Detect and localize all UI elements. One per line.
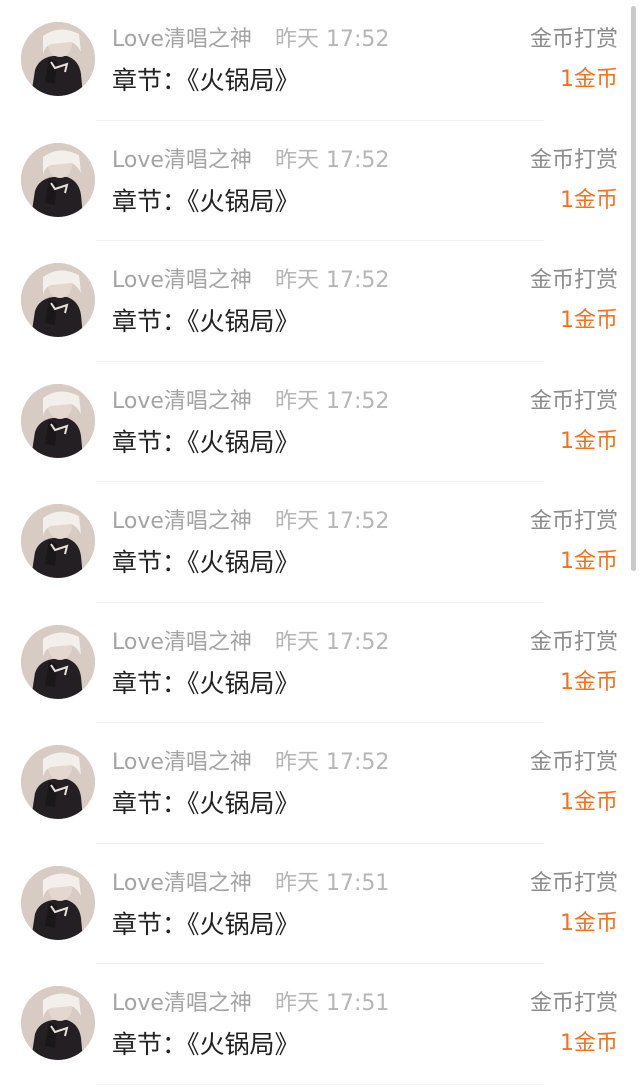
user-name[interactable]: Love清唱之神 [112,747,252,779]
gift-type-label: 金币打赏 [529,629,618,655]
gift-amount: 1金币 [560,669,618,695]
reward-row[interactable]: Love清唱之神 昨天 17:52 章节：《火锅局》 金币打赏 1金币 [0,0,640,121]
gift-type-label: 金币打赏 [529,991,618,1016]
gift-amount: 1金币 [560,187,618,213]
timestamp: 昨天 17:52 [275,388,390,414]
reward-row[interactable]: Love清唱之神 昨天 17:52 章节：《火锅局》 金币打赏 1金币 [0,603,640,723]
timestamp: 昨天 17:52 [275,27,390,52]
avatar[interactable] [21,624,95,699]
gift-type-label: 金币打赏 [529,509,618,534]
gift-amount: 1金币 [560,549,618,574]
timestamp: 昨天 17:52 [275,147,390,173]
gift-amount: 1金币 [560,308,618,333]
avatar[interactable] [21,745,95,819]
reward-row[interactable]: Love清唱之神 昨天 17:52 章节：《火锅局》 金币打赏 1金币 [0,482,640,603]
gift-type-label: 金币打赏 [529,147,618,173]
avatar[interactable] [21,22,95,96]
gift-amount: 1金币 [560,1031,618,1056]
gift-amount: 1金币 [560,790,618,815]
scrollbar[interactable] [631,6,636,571]
chapter-title: 章节：《火锅局》 [112,789,300,818]
avatar[interactable] [21,504,95,578]
reward-row[interactable]: Love清唱之神 昨天 17:52 章节：《火锅局》 金币打赏 1金币 [0,241,640,362]
timestamp: 昨天 17:52 [275,509,390,534]
reward-row[interactable]: Love清唱之神 昨天 17:52 章节：《火锅局》 金币打赏 1金币 [0,723,640,844]
chapter-title: 章节：《火锅局》 [112,909,300,939]
user-name[interactable]: Love清唱之神 [112,24,252,56]
timestamp: 昨天 17:51 [275,870,390,896]
timestamp: 昨天 17:52 [275,750,390,775]
avatar[interactable] [21,263,95,337]
gift-type-label: 金币打赏 [529,268,618,293]
user-name[interactable]: Love清唱之神 [112,627,252,659]
user-name[interactable]: Love清唱之神 [112,506,252,538]
user-name[interactable]: Love清唱之神 [112,386,252,418]
timestamp: 昨天 17:51 [275,991,390,1016]
avatar[interactable] [21,865,95,940]
gift-type-label: 金币打赏 [529,388,618,414]
avatar[interactable] [21,142,95,217]
user-name[interactable]: Love清唱之神 [112,988,252,1020]
gift-amount: 1金币 [560,67,618,92]
reward-row[interactable]: Love清唱之神 昨天 17:52 章节：《火锅局》 金币打赏 1金币 [0,362,640,482]
timestamp: 昨天 17:52 [275,268,390,293]
gift-type-label: 金币打赏 [529,870,618,896]
gift-type-label: 金币打赏 [529,27,618,52]
chapter-title: 章节：《火锅局》 [112,427,300,457]
reward-row[interactable]: Love清唱之神 昨天 17:52 章节：《火锅局》 金币打赏 1金币 [0,121,640,241]
avatar[interactable] [21,986,95,1060]
avatar[interactable] [21,383,95,458]
user-name[interactable]: Love清唱之神 [112,145,252,177]
reward-list: Love清唱之神 昨天 17:52 章节：《火锅局》 金币打赏 1金币 Love… [0,0,640,1085]
chapter-title: 章节：《火锅局》 [112,548,300,577]
row-divider [96,1083,544,1085]
reward-row[interactable]: Love清唱之神 昨天 17:51 章节：《火锅局》 金币打赏 1金币 [0,964,640,1085]
chapter-title: 章节：《火锅局》 [112,66,300,95]
gift-amount: 1金币 [560,428,618,454]
chapter-title: 章节：《火锅局》 [112,307,300,336]
chapter-title: 章节：《火锅局》 [112,186,300,216]
user-name[interactable]: Love清唱之神 [112,265,252,297]
chapter-title: 章节：《火锅局》 [112,668,300,698]
gift-amount: 1金币 [560,910,618,936]
gift-type-label: 金币打赏 [529,750,618,775]
chapter-title: 章节：《火锅局》 [112,1030,300,1059]
timestamp: 昨天 17:52 [275,629,390,655]
user-name[interactable]: Love清唱之神 [112,868,252,900]
reward-row[interactable]: Love清唱之神 昨天 17:51 章节：《火锅局》 金币打赏 1金币 [0,844,640,964]
